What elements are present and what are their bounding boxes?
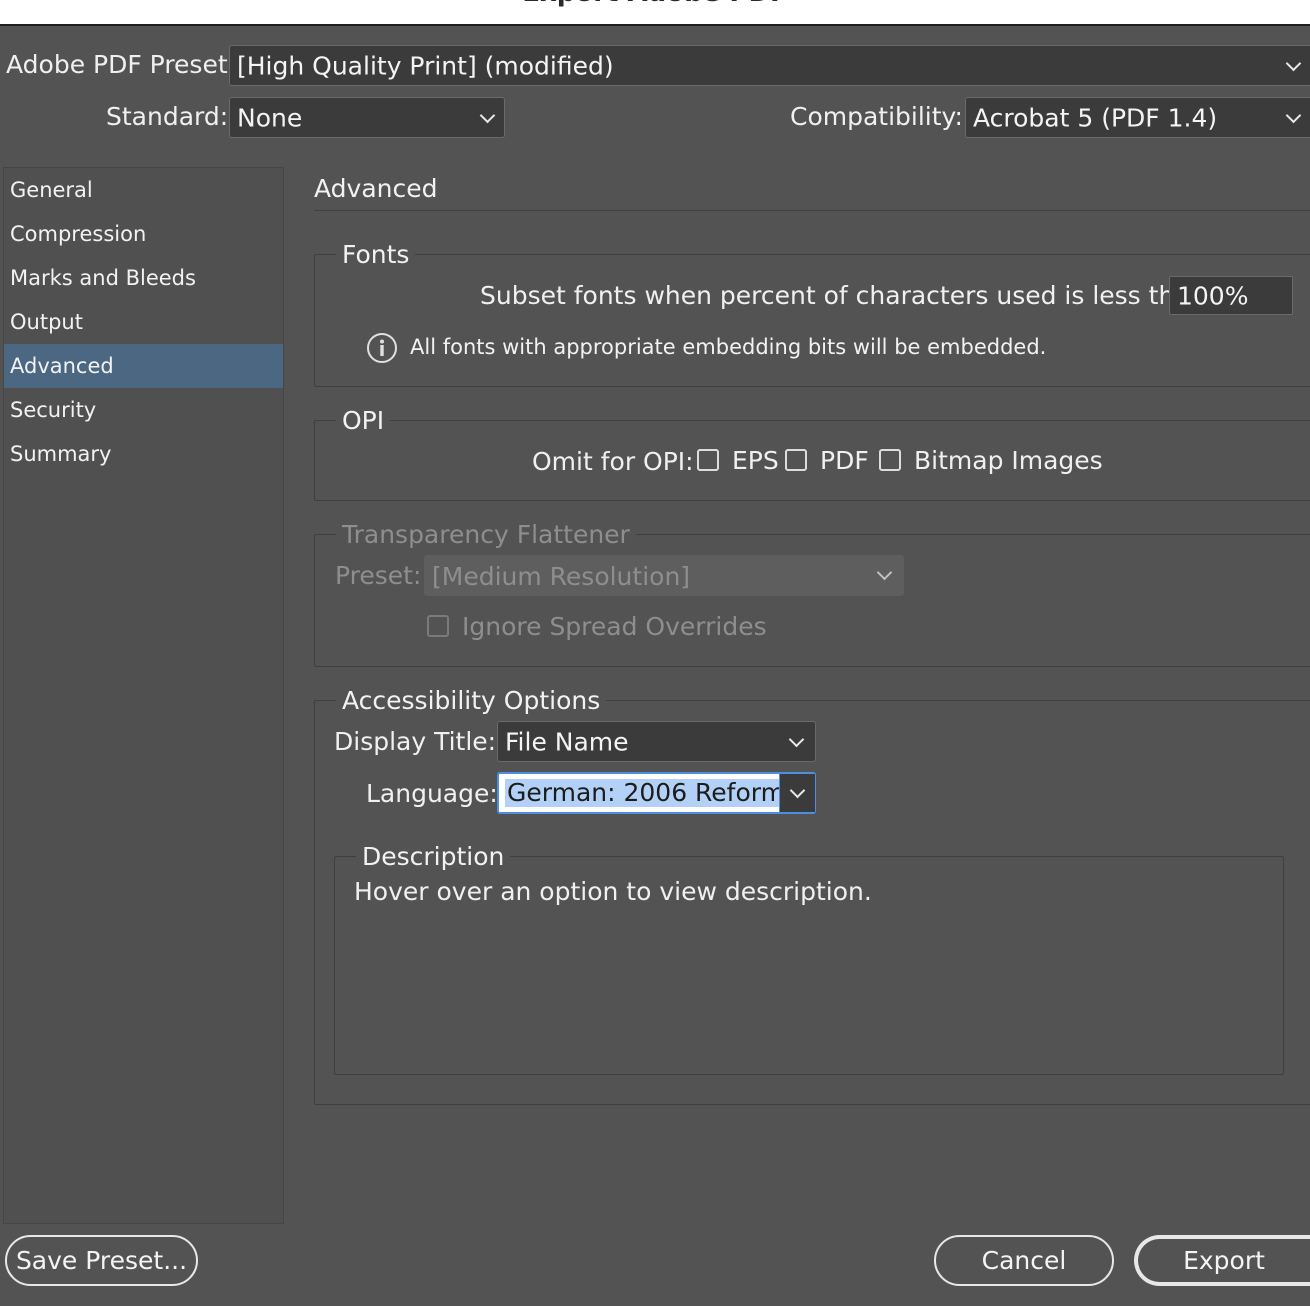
display-title-dropdown[interactable]: File Name <box>497 721 816 762</box>
chevron-down-icon <box>1285 55 1302 72</box>
transparency-flattener-label: Transparency Flattener <box>336 520 636 549</box>
language-combobox[interactable]: German: 2006 Reform <box>497 772 816 814</box>
sidebar-item-marks-and-bleeds[interactable]: Marks and Bleeds <box>4 256 283 300</box>
bitmap-images-checkbox[interactable] <box>879 449 901 471</box>
embedding-info-text: All fonts with appropriate embedding bit… <box>410 335 1047 359</box>
sidebar-item-general[interactable]: General <box>4 168 283 212</box>
display-title-label: Display Title: <box>334 727 497 756</box>
accessibility-group-label: Accessibility Options <box>336 686 607 715</box>
compatibility-label: Compatibility: <box>790 102 963 131</box>
language-label: Language: <box>366 779 498 808</box>
ignore-spread-overrides-checkbox[interactable] <box>427 615 449 637</box>
preset-dropdown[interactable]: [High Quality Print] (modified) <box>229 45 1310 86</box>
bitmap-images-label: Bitmap Images <box>914 446 1103 475</box>
compatibility-dropdown[interactable]: Acrobat 5 (PDF 1.4) <box>965 97 1310 138</box>
pdf-checkbox[interactable] <box>785 449 807 471</box>
eps-label: EPS <box>732 446 779 475</box>
sidebar-item-compression[interactable]: Compression <box>4 212 283 256</box>
sidebar-item-output[interactable]: Output <box>4 300 283 344</box>
preset-label: Adobe PDF Preset: <box>6 50 237 79</box>
standard-value: None <box>237 103 303 132</box>
info-icon <box>366 332 398 364</box>
description-text: Hover over an option to view description… <box>354 877 872 906</box>
compatibility-value: Acrobat 5 (PDF 1.4) <box>973 103 1218 132</box>
subset-percent-input[interactable]: 100% <box>1169 276 1293 315</box>
opi-group-label: OPI <box>336 406 391 435</box>
sidebar-item-summary[interactable]: Summary <box>4 432 283 476</box>
flattener-preset-label: Preset: <box>335 561 422 590</box>
fonts-group-label: Fonts <box>336 240 416 269</box>
panel-title: Advanced <box>314 174 438 203</box>
chevron-down-icon <box>1285 107 1302 124</box>
window-titlebar: Export Adobe PDF <box>0 0 1310 26</box>
eps-checkbox[interactable] <box>697 449 719 471</box>
save-preset-button[interactable]: Save Preset... <box>5 1235 198 1286</box>
standard-label: Standard: <box>106 102 229 131</box>
cancel-button[interactable]: Cancel <box>934 1235 1114 1286</box>
language-value[interactable]: German: 2006 Reform <box>505 779 787 807</box>
flattener-preset-value: [Medium Resolution] <box>432 562 691 591</box>
chevron-down-icon <box>876 564 893 581</box>
fonts-group <box>314 254 1310 387</box>
display-title-value: File Name <box>505 727 629 756</box>
standard-dropdown[interactable]: None <box>229 97 505 138</box>
subset-fonts-label: Subset fonts when percent of characters … <box>480 281 1214 310</box>
sidebar: General Compression Marks and Bleeds Out… <box>3 167 284 1224</box>
chevron-down-icon <box>788 731 805 748</box>
chevron-down-icon <box>789 782 806 799</box>
opi-group <box>314 420 1310 501</box>
transparency-flattener-group <box>314 534 1310 667</box>
window-title: Export Adobe PDF <box>0 0 1310 8</box>
preset-value: [High Quality Print] (modified) <box>237 51 614 80</box>
sidebar-item-security[interactable]: Security <box>4 388 283 432</box>
ignore-spread-overrides-label: Ignore Spread Overrides <box>462 612 767 641</box>
omit-for-opi-label: Omit for OPI: <box>532 447 694 476</box>
description-label: Description <box>356 842 511 871</box>
title-divider <box>314 210 1310 211</box>
language-dropdown-button[interactable] <box>779 774 815 812</box>
sidebar-item-advanced[interactable]: Advanced <box>4 344 283 388</box>
chevron-down-icon <box>479 107 496 124</box>
export-button[interactable]: Export <box>1134 1235 1310 1286</box>
flattener-preset-dropdown[interactable]: [Medium Resolution] <box>424 555 904 596</box>
pdf-label: PDF <box>820 446 869 475</box>
subset-percent-value: 100% <box>1177 281 1249 310</box>
